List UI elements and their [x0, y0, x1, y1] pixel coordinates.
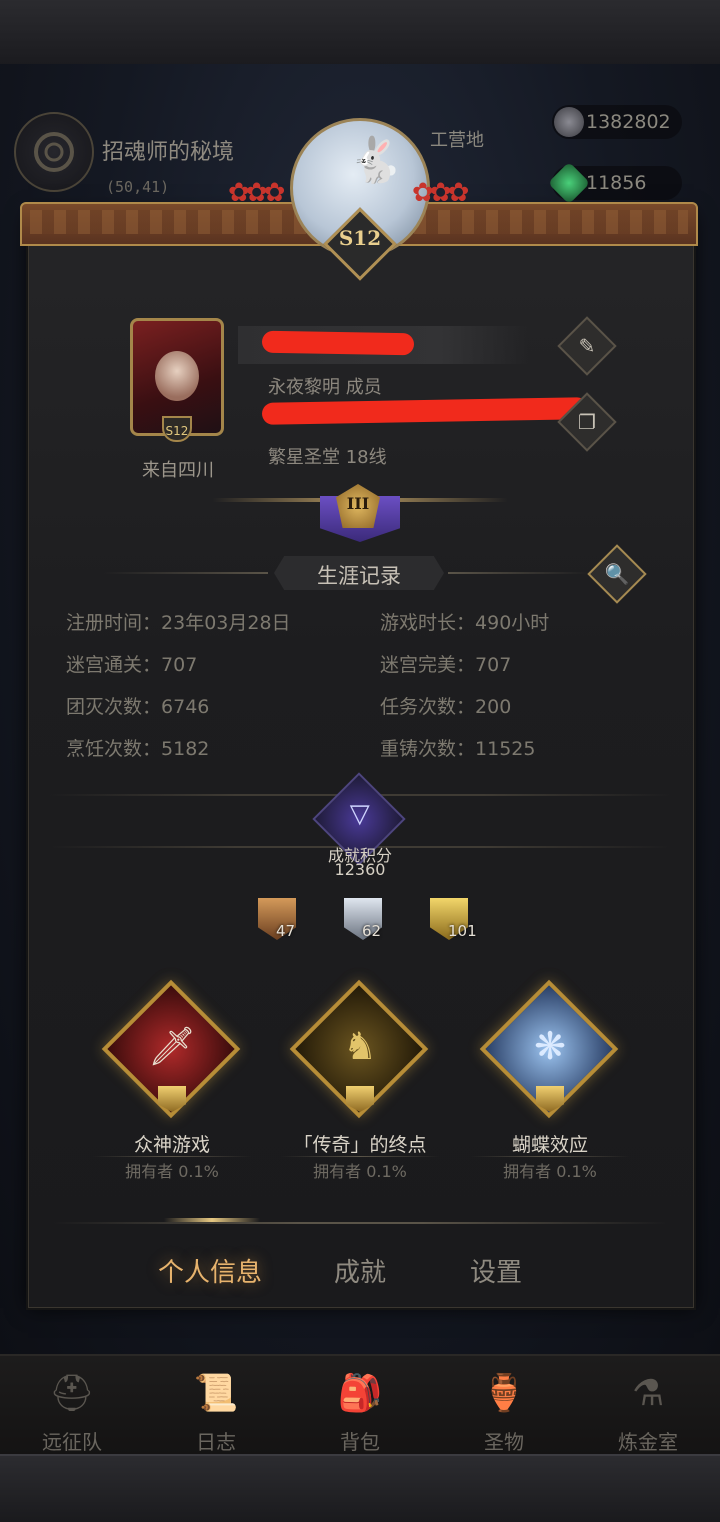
stat-register-time: 注册时间：23年03月28日 [66, 612, 291, 634]
currency-gem: 11856 [547, 161, 682, 205]
achievement-owners: 拥有者 0.1% [313, 1162, 407, 1181]
nav-label: 日志 [196, 1430, 236, 1454]
camp-label: 工营地 [430, 130, 484, 151]
rabbit-icon: 🐇 [348, 135, 403, 186]
top-frame-bar [0, 0, 720, 66]
tab-achievements[interactable]: 成就 [334, 1252, 386, 1289]
achievement-owners: 拥有者 0.1% [503, 1162, 597, 1181]
nav-expedition[interactable]: ⛑ 远征队 [0, 1356, 144, 1456]
zone-emblem-icon [14, 112, 94, 192]
stat-reforge: 重铸次数：11525 [380, 738, 536, 760]
currency-gem-value: 11856 [586, 172, 647, 194]
tier-bronze-count: 47 [276, 922, 296, 940]
stat-maze-perfect: 迷宫完美：707 [380, 654, 512, 676]
server-line: 繁星圣堂 18线 [268, 447, 387, 468]
stone-icon [554, 107, 584, 137]
stat-play-time: 游戏时长：490小时 [380, 612, 550, 634]
tier-silver-count: 62 [362, 922, 382, 940]
flowers-left-decoration: ✿✿✿ [228, 178, 285, 208]
stat-quests: 任务次数：200 [380, 696, 512, 718]
rank-numeral: III [346, 494, 370, 513]
bottom-nav: ⛑ 远征队 📜 日志 🎒 背包 🏺 圣物 ⚗ 炼金室 [0, 1354, 720, 1456]
nav-label: 背包 [340, 1430, 380, 1454]
nav-alchemy[interactable]: ⚗ 炼金室 [576, 1356, 720, 1456]
redacted-player-name [261, 330, 415, 356]
nav-journal[interactable]: 📜 日志 [144, 1356, 288, 1456]
avatar-season-badge: S12 [162, 416, 192, 442]
achievement-title: 「传奇」的终点 [293, 1134, 427, 1156]
title-underline [280, 1156, 440, 1157]
tier-gold: 101 [430, 898, 477, 944]
nav-relics[interactable]: 🏺 圣物 [432, 1356, 576, 1456]
nav-label: 圣物 [484, 1430, 524, 1454]
scroll-icon: 📜 [193, 1373, 239, 1414]
tab-settings[interactable]: 设置 [470, 1252, 522, 1289]
helmet-icon: ⛑ [49, 1373, 95, 1414]
quill-icon: ✎ [578, 334, 596, 358]
flowers-right-decoration: ✿✿✿ [412, 178, 469, 208]
tier-silver: 62 [344, 898, 382, 944]
currency-stone-value: 1382802 [586, 111, 671, 133]
achievement-owners: 拥有者 0.1% [125, 1162, 219, 1181]
zone-coordinates: (50,41) [106, 178, 170, 196]
butterfly-icon: ❋ [534, 1024, 566, 1068]
season-badge-text: S12 [338, 226, 382, 250]
section-divider-right [448, 572, 588, 574]
nav-label: 炼金室 [618, 1430, 678, 1454]
stat-maze-clears: 迷宫通关：707 [66, 654, 198, 676]
title-underline [470, 1156, 630, 1157]
stat-party-wipes: 团灭次数：6746 [66, 696, 210, 718]
achievement-title: 蝴蝶效应 [511, 1134, 588, 1156]
golden-statue-icon: ♞ [342, 1024, 378, 1068]
relic-icon: 🏺 [481, 1373, 527, 1414]
tab-divider [54, 1222, 666, 1224]
zone-title: 招魂师的秘境 [102, 140, 235, 165]
section-divider-left [104, 572, 268, 574]
tier-bronze: 47 [258, 898, 296, 944]
title-underline [92, 1156, 252, 1157]
tier-gold-count: 101 [448, 922, 477, 940]
backpack-icon: 🎒 [337, 1373, 383, 1414]
career-section-title: 生涯记录 [317, 564, 401, 588]
tab-active-indicator [164, 1218, 260, 1222]
bottom-frame-bar [0, 1454, 720, 1522]
guild-membership: 永夜黎明 成员 [268, 377, 382, 398]
nav-backpack[interactable]: 🎒 背包 [288, 1356, 432, 1456]
magnifier-icon: 🔍 [604, 562, 630, 586]
achievement-title: 众神游戏 [133, 1134, 210, 1156]
currency-stone: 1382802 [552, 105, 682, 139]
alchemy-icon: ⚗ [631, 1373, 665, 1414]
tab-personal-info[interactable]: 个人信息 [158, 1252, 262, 1289]
achievement-score-value: 12360 [334, 860, 386, 879]
player-origin: 来自四川 [142, 460, 214, 481]
sword-icon: 🗡 [147, 1024, 197, 1068]
copy-icon: ❐ [578, 410, 596, 434]
nav-label: 远征队 [42, 1430, 102, 1454]
stat-cooking: 烹饪次数：5182 [66, 738, 210, 760]
